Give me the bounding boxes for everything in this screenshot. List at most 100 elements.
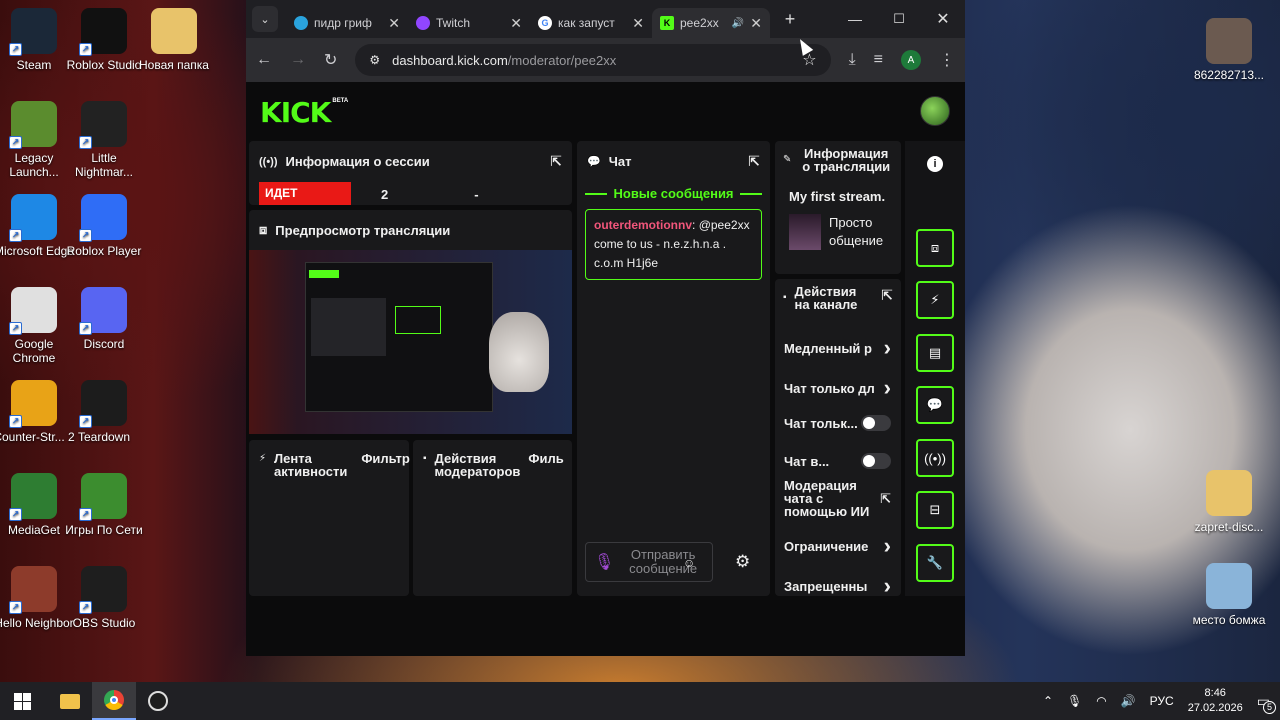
stream-category[interactable]: Просто общение	[829, 214, 887, 250]
media-control-icon[interactable]: ≡	[874, 51, 883, 69]
channel-actions-popout-icon[interactable]: ⇱	[881, 288, 893, 302]
desktop-shortcut[interactable]: ↗ Teardown	[63, 380, 145, 444]
microphone-icon[interactable]: 🎙	[594, 552, 614, 572]
mod-actions-widget-button[interactable]: ⊟	[916, 491, 954, 529]
desktop-shortcut[interactable]: 862282713...	[1188, 18, 1270, 82]
chat-username[interactable]: outerdemotionnv	[594, 218, 692, 232]
chevron-right-icon[interactable]: ›	[884, 533, 891, 559]
chat-icon: 💬	[587, 156, 601, 168]
chat-popout-icon[interactable]: ⇱	[748, 153, 760, 170]
twitch-icon	[416, 16, 430, 30]
mod-actions-filter-button[interactable]: Филь	[528, 452, 563, 465]
microphone-tray-icon[interactable]: 🎙	[1067, 694, 1082, 708]
back-icon[interactable]: ←	[256, 51, 272, 69]
chevron-right-icon[interactable]: ›	[884, 335, 891, 361]
shortcut-arrow-icon: ↗	[79, 601, 92, 614]
kick-dashboard: KICK BETA ((•)) Информация о сессии ⇱ ИДЕТ…	[246, 82, 965, 656]
popout-icon[interactable]: ⇱	[550, 153, 562, 170]
session-widget-button[interactable]: ((•))	[916, 439, 954, 477]
channel-action-label: Запрещенны	[784, 578, 868, 594]
forward-icon[interactable]: →	[290, 51, 306, 69]
chrome-taskbar-button[interactable]	[92, 682, 136, 720]
chevron-right-icon[interactable]: ›	[884, 573, 891, 596]
close-tab-icon[interactable]: ✕	[632, 15, 644, 32]
chevron-right-icon[interactable]: ›	[884, 375, 891, 401]
browser-tab[interactable]: Kpee2xx 🔊 ✕	[652, 8, 770, 38]
desktop-shortcut[interactable]: место бомжа	[1188, 563, 1270, 627]
menu-icon[interactable]: ⋮	[939, 50, 955, 70]
speaker-icon[interactable]: 🔊	[732, 18, 744, 29]
activity-filter-button[interactable]: Фильтр	[361, 452, 410, 465]
close-tab-icon[interactable]: ✕	[510, 15, 522, 32]
chat-widget-button[interactable]: 💬	[916, 386, 954, 424]
site-info-icon[interactable]: ⚙	[369, 53, 380, 67]
minimize-button[interactable]: —	[833, 0, 877, 38]
image-file-icon	[1206, 18, 1252, 64]
channel-action-item[interactable]: Чат тольк...	[784, 415, 891, 431]
window-controls: — ☐ ✕	[833, 0, 965, 38]
browser-tab[interactable]: Twitch ✕	[408, 8, 530, 38]
quick-actions-button[interactable]: ⚡	[916, 281, 954, 319]
desktop-shortcut[interactable]: ↗ Roblox Player	[63, 194, 145, 258]
channel-action-item[interactable]: Чат только дл ›	[784, 375, 891, 401]
toggle-switch[interactable]	[861, 453, 891, 469]
file-explorer-button[interactable]	[48, 682, 92, 720]
notes-widget-button[interactable]: ▤	[916, 334, 954, 372]
desktop-shortcut[interactable]: zapret-disc...	[1188, 470, 1270, 534]
chat-message[interactable]: outerdemotionnv: @pee2xx come to us - n.…	[585, 209, 762, 280]
stream-info-title: Информация о трансляции	[802, 146, 891, 174]
browser-tab[interactable]: пидр гриф ✕	[286, 8, 408, 38]
channel-action-item[interactable]: Медленный р ›	[784, 335, 891, 361]
steam-icon: ↗	[9, 8, 57, 56]
shortcut-arrow-icon: ↗	[9, 508, 22, 521]
stream-preview-video[interactable]	[249, 250, 572, 434]
emote-icon[interactable]: ☺	[683, 556, 695, 570]
new-tab-button[interactable]: +	[776, 9, 804, 30]
chrome-icon: ↗	[9, 287, 57, 335]
user-avatar[interactable]	[920, 96, 950, 126]
channel-action-label: Модерация чата с помощью ИИ	[784, 479, 870, 518]
close-tab-icon[interactable]: ✕	[388, 15, 400, 32]
desktop-shortcut[interactable]: ↗ Little Nightmar...	[63, 101, 145, 179]
volume-icon[interactable]: 🔊	[1121, 694, 1136, 708]
maximize-button[interactable]: ☐	[877, 0, 921, 38]
stream-preview-panel: ⧈ Предпросмотр трансляции	[249, 210, 572, 434]
address-bar[interactable]: ⚙ dashboard.kick.com/moderator/pee2xx ☆	[355, 44, 831, 76]
download-icon[interactable]: ⤓	[849, 51, 856, 69]
obs-taskbar-button[interactable]	[136, 682, 180, 720]
chat-settings-icon[interactable]: ⚙	[735, 552, 750, 572]
channel-actions-title: Действия на канале	[794, 284, 858, 312]
toggle-switch[interactable]	[861, 415, 891, 431]
desktop-shortcut[interactable]: ↗ Игры По Сети	[63, 473, 145, 537]
info-icon[interactable]: i	[927, 156, 943, 172]
language-indicator[interactable]: РУС	[1150, 694, 1174, 708]
desktop-shortcut[interactable]: Новая папка	[133, 8, 215, 72]
tray-chevron-icon[interactable]: ⌃	[1043, 694, 1053, 708]
browser-window: ⌄ пидр гриф ✕ Twitch ✕ Gкак запуст ✕ Kpee2xx 🔊 ✕…	[246, 0, 965, 656]
profile-avatar[interactable]: A	[901, 50, 921, 70]
desktop-shortcut[interactable]: ↗ OBS Studio	[63, 566, 145, 630]
channel-action-item[interactable]: Модерация чата с помощью ИИ ⇱	[784, 479, 891, 518]
close-window-button[interactable]: ✕	[921, 0, 965, 38]
notification-center-button[interactable]: ▭ 5	[1257, 693, 1276, 714]
channel-action-item[interactable]: Чат в...	[784, 453, 891, 469]
external-link-icon[interactable]: ⇱	[880, 491, 891, 507]
tools-widget-button[interactable]: 🔧	[916, 544, 954, 582]
channel-action-item[interactable]: Ограничение ›	[784, 533, 891, 559]
taskbar: ⌃ 🎙 ◠ 🔊 РУС 8:46 27.02.2026 ▭ 5	[0, 682, 1280, 720]
desktop-icon-label: 862282713...	[1193, 68, 1265, 82]
clock[interactable]: 8:46 27.02.2026	[1188, 686, 1243, 716]
ftp-icon: ↗	[79, 473, 127, 521]
desktop-shortcut[interactable]: ↗ Discord	[63, 287, 145, 351]
network-icon[interactable]: ◠	[1096, 694, 1106, 708]
close-tab-icon[interactable]: ✕	[750, 15, 762, 32]
session-info-panel: ((•)) Информация о сессии ⇱ ИДЕТ 2 -	[249, 141, 572, 205]
browser-tab[interactable]: Gкак запуст ✕	[530, 8, 652, 38]
obs-icon: ↗	[79, 566, 127, 614]
preview-widget-button[interactable]: ⧈	[916, 229, 954, 267]
kick-logo[interactable]: KICK BETA	[260, 96, 348, 129]
reload-icon[interactable]: ↻	[324, 50, 337, 70]
tab-search-button[interactable]: ⌄	[252, 6, 278, 32]
channel-action-item[interactable]: Запрещенны ›	[784, 573, 891, 596]
start-button[interactable]	[0, 682, 44, 720]
